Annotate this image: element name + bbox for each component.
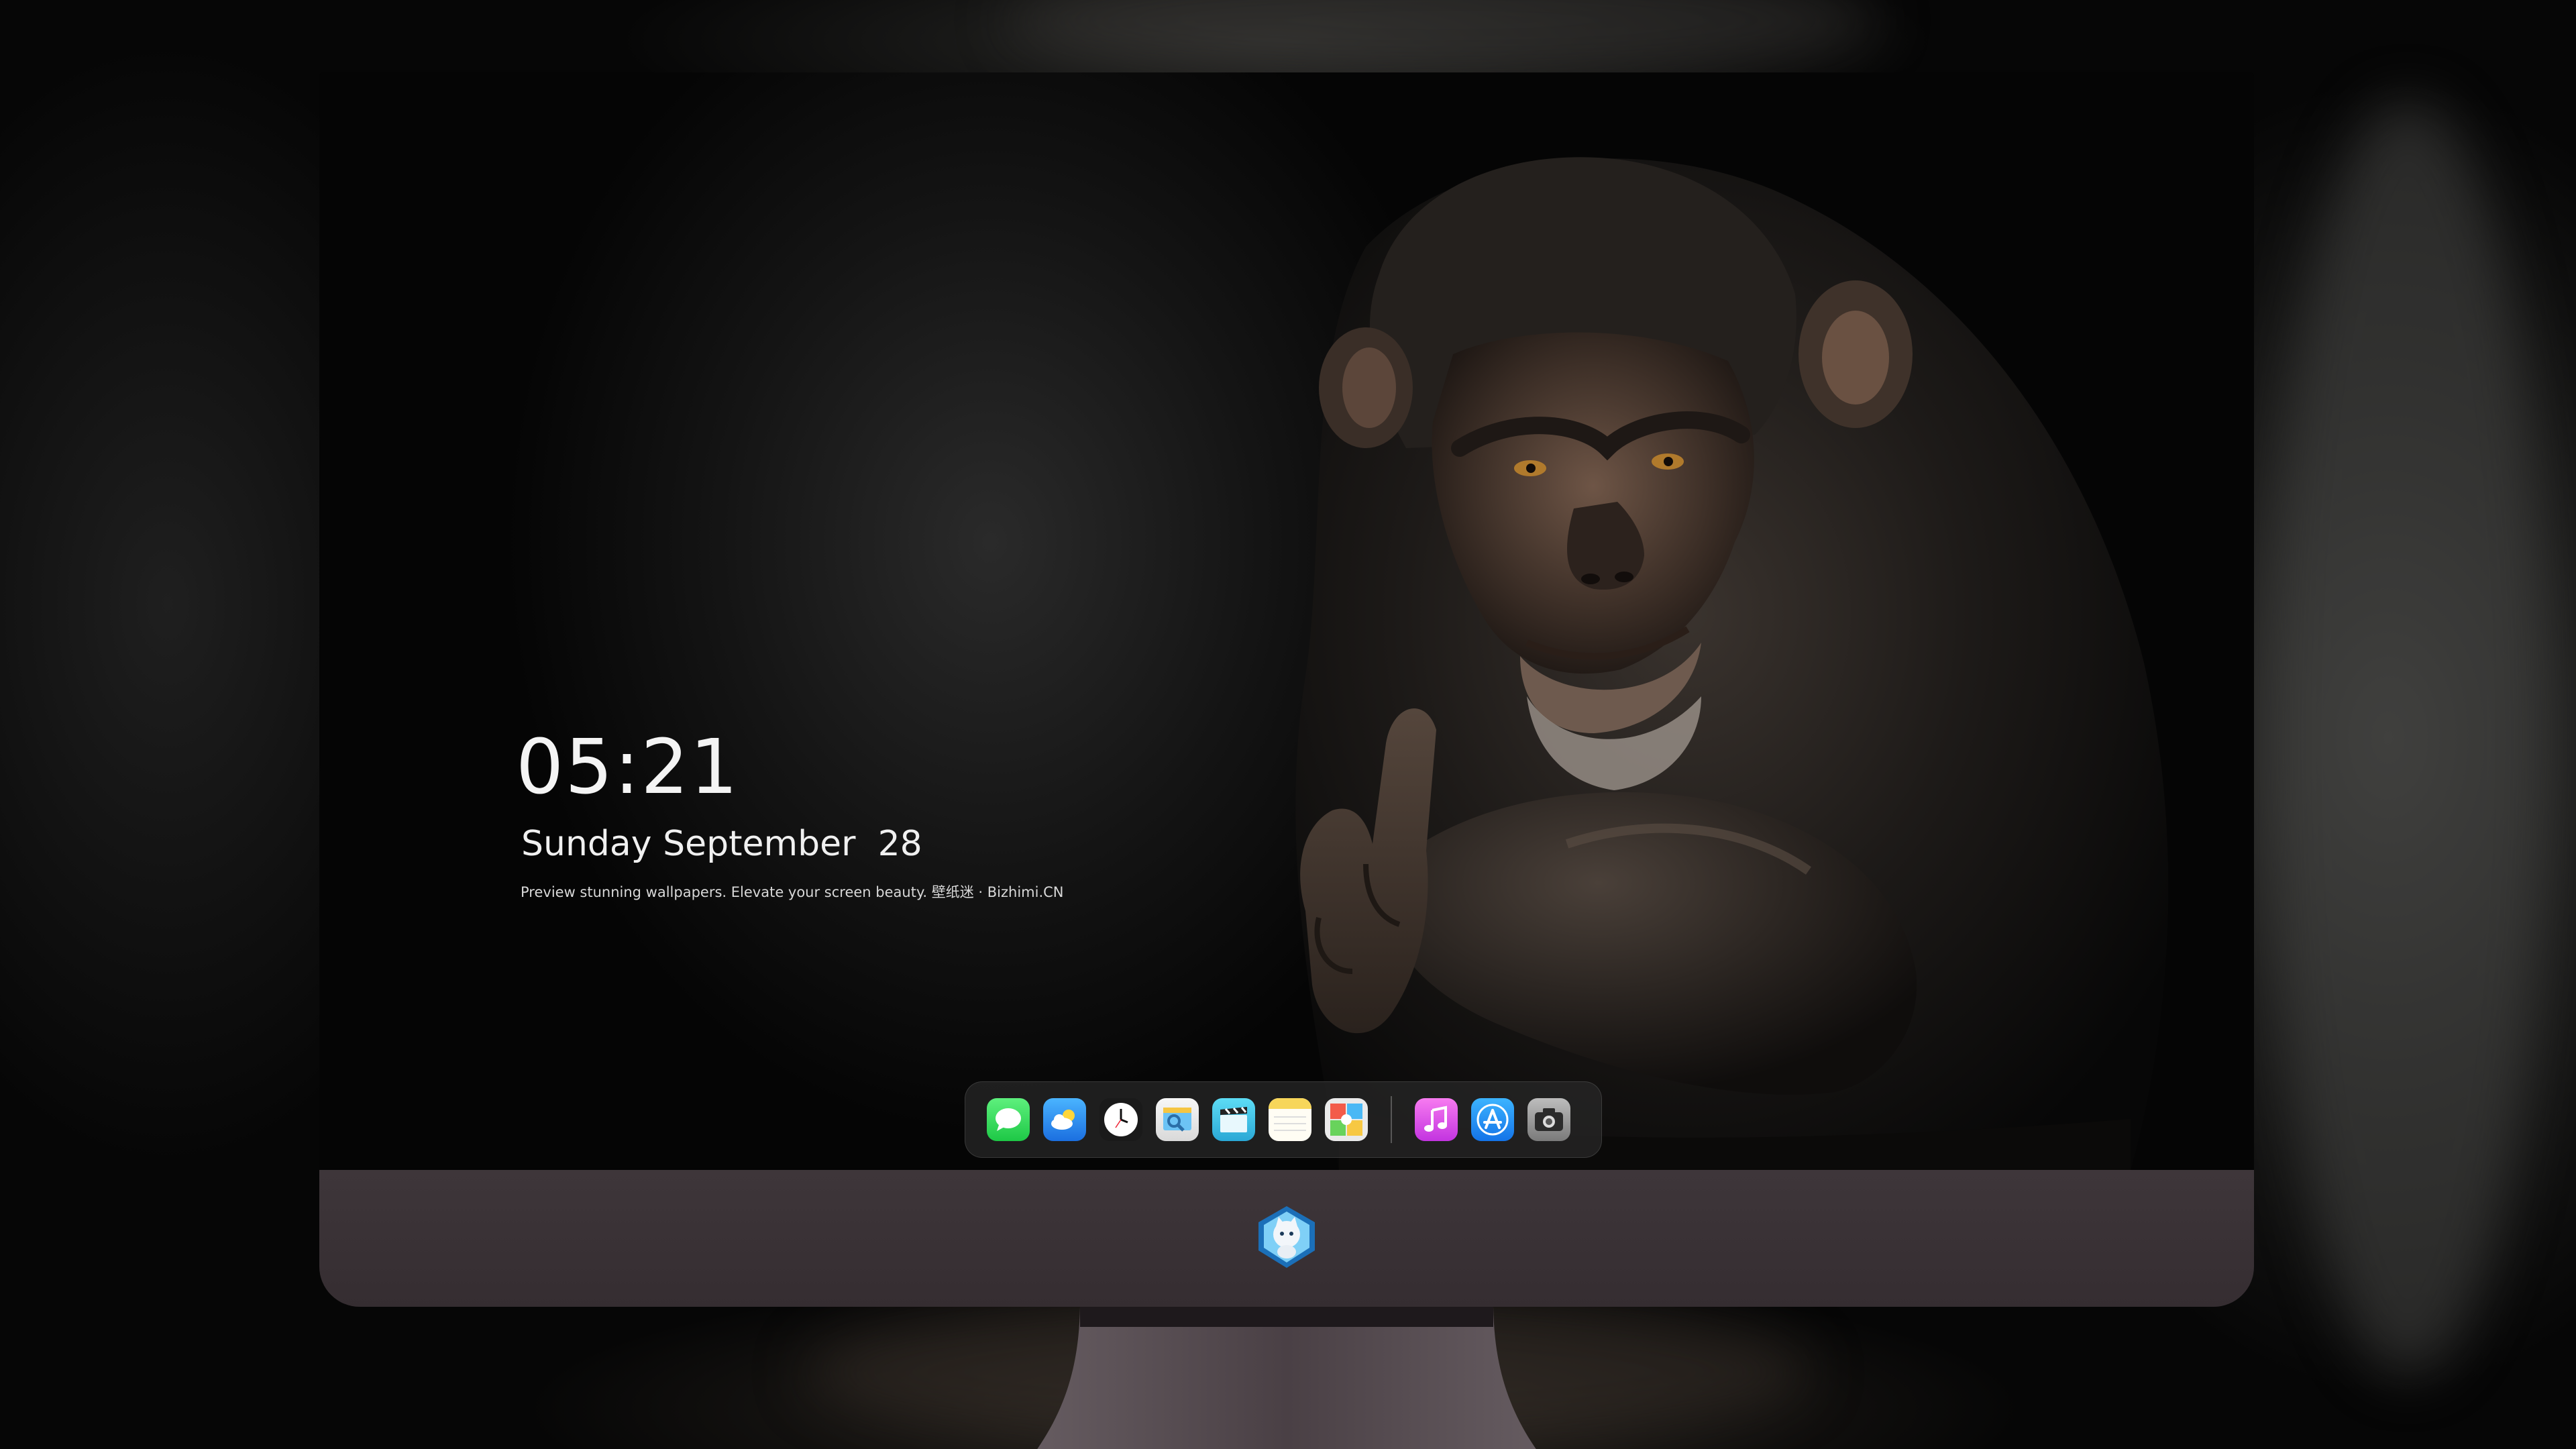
photo-booth-icon[interactable] xyxy=(1325,1098,1368,1141)
monitor-stand xyxy=(1037,1307,1536,1449)
desktop-background: 05:21 Sunday September 28 Preview stunni… xyxy=(0,0,2576,1449)
screenshot-icon[interactable] xyxy=(1527,1098,1570,1141)
notes-icon[interactable] xyxy=(1269,1098,1311,1141)
background-blur xyxy=(1006,0,1878,80)
music-icon[interactable] xyxy=(1415,1098,1458,1141)
preview-icon[interactable] xyxy=(1156,1098,1199,1141)
imac-monitor: 05:21 Sunday September 28 Preview stunni… xyxy=(319,72,2254,1449)
claquette-icon[interactable] xyxy=(1212,1098,1255,1141)
app-store-icon[interactable] xyxy=(1471,1098,1514,1141)
weather-icon[interactable] xyxy=(1043,1098,1086,1141)
chimpanzee-wallpaper-image xyxy=(1295,157,2169,1170)
lock-screen-clock: 05:21 xyxy=(516,724,739,811)
dock xyxy=(965,1081,1602,1158)
brand-logo-icon xyxy=(1258,1206,1315,1268)
monitor-chin xyxy=(319,1170,2254,1307)
lock-screen-tagline: Preview stunning wallpapers. Elevate you… xyxy=(521,884,1064,900)
dock-separator xyxy=(1391,1096,1392,1143)
background-blur xyxy=(2267,101,2549,1375)
monitor-screen: 05:21 Sunday September 28 Preview stunni… xyxy=(319,72,2254,1170)
lock-screen-date: Sunday September 28 xyxy=(521,824,922,864)
clock-icon[interactable] xyxy=(1099,1098,1142,1141)
messages-icon[interactable] xyxy=(987,1098,1030,1141)
